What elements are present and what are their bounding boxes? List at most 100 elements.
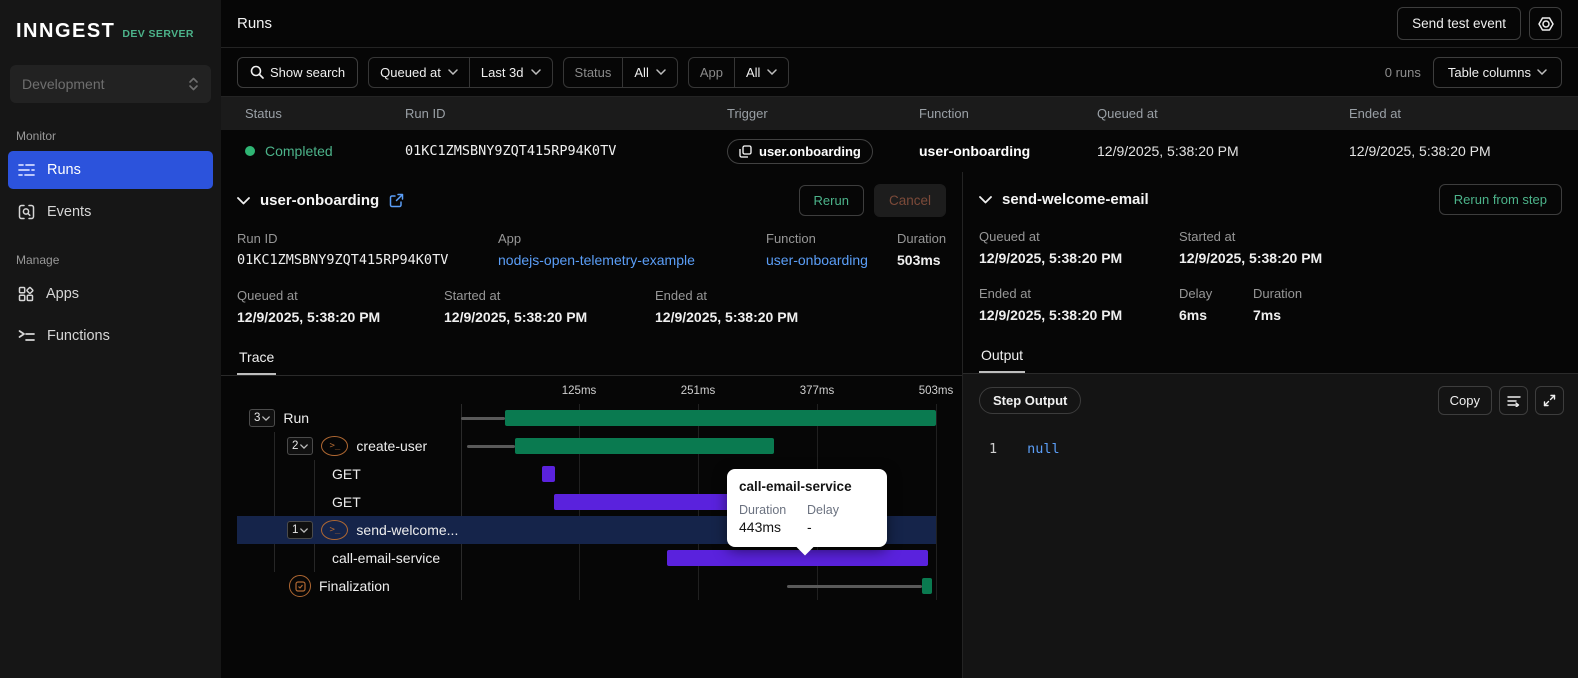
run-detail-title: user-onboarding — [260, 192, 380, 209]
code-value: null — [1027, 441, 1060, 457]
field-step-queued-at: Queued at 12/9/2025, 5:38:20 PM — [979, 229, 1123, 266]
function-cell[interactable]: user-onboarding — [919, 143, 1097, 159]
tab-trace[interactable]: Trace — [237, 343, 277, 375]
axis-tick-label: 503ms — [918, 385, 954, 397]
event-icon — [739, 144, 752, 158]
collapse-count-badge[interactable]: 3 — [249, 409, 276, 427]
show-search-button[interactable]: Show search — [237, 56, 359, 88]
trace-bar[interactable] — [666, 550, 929, 566]
updown-chevron-icon — [189, 77, 198, 91]
word-wrap-icon — [1506, 395, 1521, 407]
function-link[interactable]: user-onboarding — [766, 252, 897, 268]
trace-tooltip: call-email-service Duration Delay 443ms - — [727, 469, 887, 547]
trace-bar[interactable] — [921, 578, 933, 594]
trace-row-label: call-email-service — [332, 550, 441, 566]
workspace-select[interactable]: Development — [10, 65, 211, 103]
time-range-dropdown[interactable]: Last 3d — [468, 57, 552, 87]
trace-delay-line — [466, 444, 515, 448]
app-link[interactable]: nodejs-open-telemetry-example — [498, 252, 766, 268]
collapse-count-badge[interactable]: 2 — [287, 437, 314, 455]
column-header-trigger[interactable]: Trigger — [727, 106, 919, 121]
column-header-function[interactable]: Function — [919, 106, 1097, 121]
word-wrap-button[interactable] — [1499, 386, 1528, 415]
sidebar-item-runs[interactable]: Runs — [8, 151, 213, 189]
trigger-badge[interactable]: user.onboarding — [727, 138, 873, 164]
tab-output[interactable]: Output — [979, 341, 1026, 373]
sidebar-item-apps[interactable]: Apps — [8, 275, 213, 313]
trace-row-run[interactable]: 3 Run — [237, 404, 936, 432]
field-step-ended-at: Ended at 12/9/2025, 5:38:20 PM — [979, 286, 1123, 323]
trace-bar[interactable] — [542, 466, 556, 482]
trace-row-finalization[interactable]: Finalization — [237, 572, 936, 600]
status-filter-dropdown[interactable]: All — [622, 57, 676, 87]
time-field-dropdown[interactable]: Queued at — [369, 58, 469, 87]
sidebar-item-events[interactable]: Events — [8, 193, 213, 231]
column-header-queued-at[interactable]: Queued at — [1097, 106, 1349, 121]
trace-row-label: GET — [332, 466, 361, 482]
expand-button[interactable] — [1535, 386, 1564, 415]
field-started-at: Started at 12/9/2025, 5:38:20 PM — [444, 288, 588, 325]
rerun-from-step-button[interactable]: Rerun from step — [1438, 184, 1562, 215]
field-function: Function user-onboarding — [766, 231, 897, 268]
collapse-chevron-icon[interactable] — [979, 195, 992, 204]
send-test-event-button[interactable]: Send test event — [1397, 7, 1521, 40]
gear-icon — [1537, 16, 1554, 31]
table-columns-button[interactable]: Table columns — [1432, 56, 1562, 88]
events-icon — [18, 204, 35, 220]
run-detail-panel: user-onboarding Rerun Cancel Run ID 01KC… — [221, 172, 963, 678]
page-title: Runs — [237, 15, 273, 32]
trace-rows: 3 Run 2 >_ create-user GET GET 1 >_ send-welcome.… — [237, 404, 937, 600]
trace-bar[interactable] — [514, 438, 774, 454]
copy-button[interactable]: Copy — [1437, 386, 1492, 415]
chevron-down-icon — [1537, 69, 1547, 75]
column-header-status[interactable]: Status — [245, 106, 405, 121]
column-header-run-id[interactable]: Run ID — [405, 106, 727, 121]
chevron-down-icon — [530, 69, 541, 75]
trace-bar[interactable] — [505, 410, 936, 426]
sidebar-item-functions[interactable]: Functions — [8, 317, 213, 355]
chevron-down-icon — [656, 69, 666, 75]
app-filter-label: App — [699, 64, 723, 80]
trace-row-label: create-user — [356, 438, 428, 454]
settings-button[interactable] — [1529, 7, 1562, 40]
field-step-delay: Delay 6ms — [1179, 286, 1213, 323]
external-link-icon[interactable] — [389, 193, 404, 208]
axis-tick-label: 377ms — [799, 385, 835, 397]
trace-bar[interactable] — [553, 494, 732, 510]
expand-icon — [1543, 394, 1556, 407]
ended-at-cell: 12/9/2025, 5:38:20 PM — [1349, 143, 1491, 159]
collapse-count-badge[interactable]: 1 — [287, 521, 314, 539]
column-header-ended-at[interactable]: Ended at — [1349, 106, 1578, 121]
trace-row-create-user[interactable]: 2 >_ create-user — [237, 432, 936, 460]
time-filter: Queued at Last 3d — [368, 56, 553, 88]
trace-row-call-email-service[interactable]: call-email-service — [237, 544, 936, 572]
cancel-button: Cancel — [873, 184, 946, 217]
sidebar-item-label: Events — [47, 204, 92, 220]
run-id-cell[interactable]: 01KC1ZMSBNY9ZQT415RP94K0TV — [405, 143, 727, 159]
sidebar-item-label: Functions — [47, 328, 110, 344]
run-status: Completed — [245, 143, 405, 159]
output-code: 1 null — [963, 425, 1578, 457]
queued-at-cell: 12/9/2025, 5:38:20 PM — [1097, 143, 1239, 159]
field-step-duration: Duration 7ms — [1253, 286, 1303, 323]
run-detail-tabs: Trace — [221, 343, 962, 376]
sidebar-item-label: Apps — [46, 286, 80, 302]
runs-count: 0 runs — [1384, 64, 1421, 80]
step-detail-title: send-welcome-email — [1002, 191, 1149, 208]
code-line-number: 1 — [989, 441, 998, 457]
run-details-split: user-onboarding Rerun Cancel Run ID 01KC… — [221, 172, 1578, 678]
monitor-section-label: Monitor — [16, 129, 57, 143]
trace-axis-labels: 125ms 251ms 377ms 503ms — [461, 382, 954, 404]
collapse-chevron-icon[interactable] — [237, 196, 250, 205]
topbar: Runs Send test event — [221, 0, 1578, 48]
field-ended-at: Ended at 12/9/2025, 5:38:20 PM — [655, 288, 799, 325]
chevron-down-icon — [767, 69, 778, 75]
trace-row-label: GET — [332, 494, 361, 510]
output-area: Step Output Copy 1 null — [963, 374, 1578, 678]
app-filter-dropdown[interactable]: All — [733, 57, 788, 87]
rerun-button[interactable]: Rerun — [798, 185, 864, 216]
chevron-down-icon — [448, 69, 458, 75]
tooltip-delay-value: - — [807, 519, 812, 535]
dev-server-badge: DEV SERVER — [122, 28, 194, 40]
table-row[interactable]: Completed 01KC1ZMSBNY9ZQT415RP94K0TV use… — [221, 130, 1578, 172]
